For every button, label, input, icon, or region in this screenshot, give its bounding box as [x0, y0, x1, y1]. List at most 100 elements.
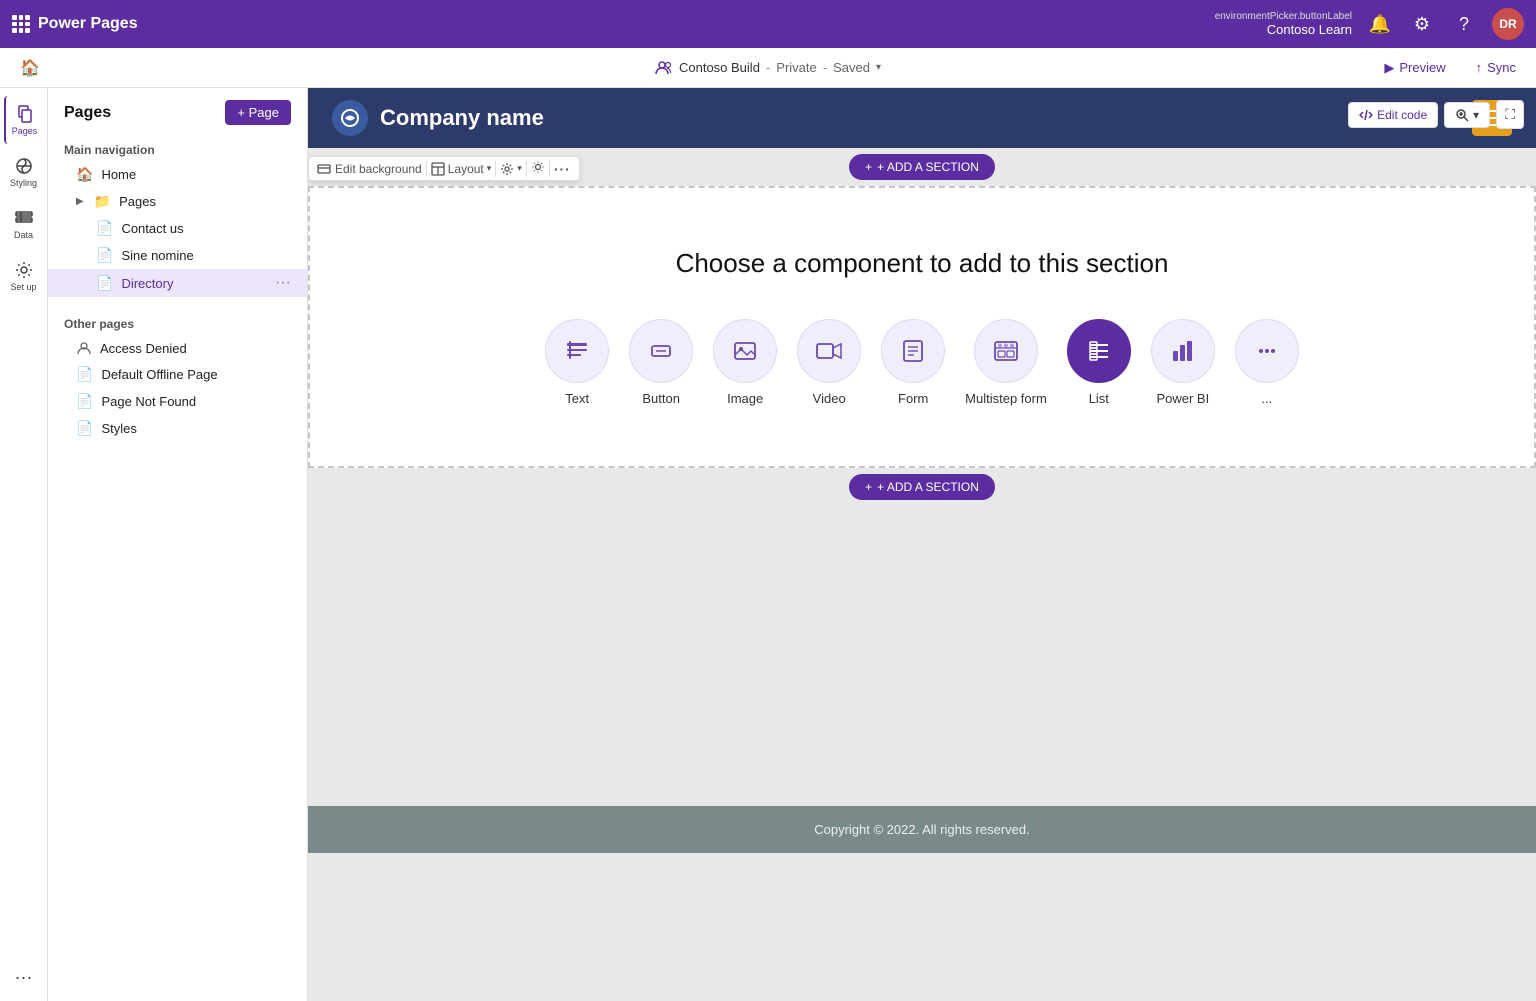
component-list[interactable]: List [1067, 319, 1131, 406]
list-label: List [1089, 391, 1109, 406]
home-button[interactable]: 🏠 [12, 54, 48, 82]
sidebar-item-data[interactable]: Data [4, 200, 44, 248]
app-logo[interactable]: Power Pages [12, 15, 138, 33]
component-picker-title: Choose a component to add to this sectio… [350, 248, 1494, 279]
zoom-dropdown-arrow: ▾ [1473, 108, 1479, 122]
page-not-found-icon: 📄 [76, 393, 93, 410]
edit-code-button[interactable]: Edit code [1348, 102, 1438, 128]
add-section-bar-bottom: + + ADD A SECTION [308, 468, 1536, 506]
component-more[interactable]: ... [1235, 319, 1299, 406]
logo-circle [332, 100, 368, 136]
nav-item-directory-label: Directory [121, 276, 173, 291]
component-form[interactable]: Form [881, 319, 945, 406]
expand-arrow-icon: ▶ [76, 196, 84, 207]
zoom-button[interactable]: ▾ [1444, 102, 1490, 128]
nav-item-directory[interactable]: 📄 Directory ··· [48, 269, 307, 297]
sidebar-item-setup[interactable]: Set up [4, 252, 44, 300]
toolbar-more-btn[interactable]: ··· [554, 161, 571, 177]
nav-item-contact-us-label: Contact us [121, 221, 183, 236]
button-component-icon [629, 319, 693, 383]
directory-more-icon[interactable]: ··· [275, 274, 291, 292]
toolbar-sep [426, 161, 427, 177]
nav-item-styles-label: Styles [101, 421, 136, 436]
build-dropdown-icon[interactable]: ▾ [876, 62, 881, 73]
sine-nomine-icon: 📄 [96, 247, 113, 264]
top-bar: Power Pages environmentPicker.buttonLabe… [0, 0, 1536, 48]
multistep-form-component-icon [974, 319, 1038, 383]
toolbar-sep3 [526, 161, 527, 177]
default-offline-icon: 📄 [76, 366, 93, 383]
component-settings-icon [500, 162, 514, 176]
layout-icon [431, 162, 445, 176]
build-info: Contoso Build - Private - Saved ▾ [655, 59, 881, 77]
component-text[interactable]: Text [545, 319, 609, 406]
sidebar-item-styling[interactable]: Styling [4, 148, 44, 196]
component-multistep-form[interactable]: Multistep form [965, 319, 1047, 406]
component-settings-btn[interactable]: ▾ [500, 162, 522, 176]
nav-item-contact-us[interactable]: 📄 Contact us [48, 215, 307, 242]
component-power-bi[interactable]: Power BI [1151, 319, 1215, 406]
nav-item-page-not-found[interactable]: 📄 Page Not Found [48, 388, 307, 415]
sidebar-icons: Pages Styling Data S [0, 88, 48, 1001]
nav-item-default-offline[interactable]: 📄 Default Offline Page [48, 361, 307, 388]
directory-icon: 📄 [96, 275, 113, 292]
nav-item-access-denied-label: Access Denied [100, 341, 187, 356]
layout-btn[interactable]: Layout ▾ [431, 162, 492, 176]
toolbar-sep4 [549, 161, 550, 177]
text-component-icon [545, 319, 609, 383]
sync-button[interactable]: ↑ Sync [1468, 56, 1524, 79]
add-page-button[interactable]: + Page [225, 100, 291, 125]
nav-item-sine-nomine[interactable]: 📄 Sine nomine [48, 242, 307, 269]
toolbar-gear-btn[interactable] [531, 160, 545, 177]
video-icon [815, 337, 843, 365]
sidebar-more-icon[interactable]: ··· [4, 961, 44, 993]
nav-item-pages-folder[interactable]: ▶ 📁 Pages [48, 188, 307, 215]
settings-icon[interactable]: ⚙ [1408, 10, 1436, 38]
multistep-form-icon [992, 337, 1020, 365]
list-icon [1085, 337, 1113, 365]
pages-header: Pages + Page [48, 100, 307, 135]
setup-icon [14, 260, 34, 280]
add-section-top-button[interactable]: + + ADD A SECTION [849, 154, 995, 180]
contact-us-icon: 📄 [96, 220, 113, 237]
second-bar-left: 🏠 [12, 54, 48, 82]
button-label: Button [642, 391, 680, 406]
form-component-icon [881, 319, 945, 383]
logo-icon [340, 108, 360, 128]
component-image[interactable]: Image [713, 319, 777, 406]
fullscreen-button[interactable]: ⛶ [1496, 100, 1524, 129]
notifications-icon[interactable]: 🔔 [1366, 10, 1394, 38]
env-picker-name: Contoso Learn [1267, 22, 1352, 37]
list-component-icon [1067, 319, 1131, 383]
component-button[interactable]: Button [629, 319, 693, 406]
environment-picker[interactable]: environmentPicker.buttonLabel Contoso Le… [1215, 11, 1352, 37]
home-page-icon: 🏠 [76, 166, 93, 183]
site-footer: Copyright © 2022. All rights reserved. [308, 806, 1536, 853]
add-section-bottom-button[interactable]: + + ADD A SECTION [849, 474, 995, 500]
preview-button[interactable]: ▶ Preview [1376, 56, 1453, 80]
content-section: Choose a component to add to this sectio… [308, 186, 1536, 468]
nav-item-access-denied[interactable]: Access Denied [48, 335, 307, 361]
nav-item-page-not-found-label: Page Not Found [101, 394, 196, 409]
multistep-form-label: Multistep form [965, 391, 1047, 406]
canvas-top-right: Edit code ▾ ⛶ [1348, 100, 1524, 129]
data-icon [14, 208, 34, 228]
pages-folder-icon: 📁 [94, 193, 111, 210]
nav-item-styles[interactable]: 📄 Styles [48, 415, 307, 442]
avatar[interactable]: DR [1492, 8, 1524, 40]
sidebar-item-pages[interactable]: Pages [4, 96, 44, 144]
power-bi-label: Power BI [1156, 391, 1209, 406]
pages-title: Pages [64, 104, 111, 122]
waffle-icon[interactable] [12, 15, 30, 33]
component-video[interactable]: Video [797, 319, 861, 406]
component-grid: Text Button [350, 319, 1494, 406]
users-icon [655, 59, 673, 77]
build-visibility: Private [776, 60, 816, 75]
layout-dropdown-icon: ▾ [487, 163, 492, 174]
styling-icon [14, 156, 34, 176]
nav-item-home[interactable]: 🏠 Home [48, 161, 307, 188]
second-bar: 🏠 Contoso Build - Private - Saved ▾ ▶ Pr… [0, 48, 1536, 88]
form-label: Form [898, 391, 928, 406]
help-icon[interactable]: ? [1450, 10, 1478, 38]
edit-background-btn[interactable]: Edit background [317, 162, 422, 176]
